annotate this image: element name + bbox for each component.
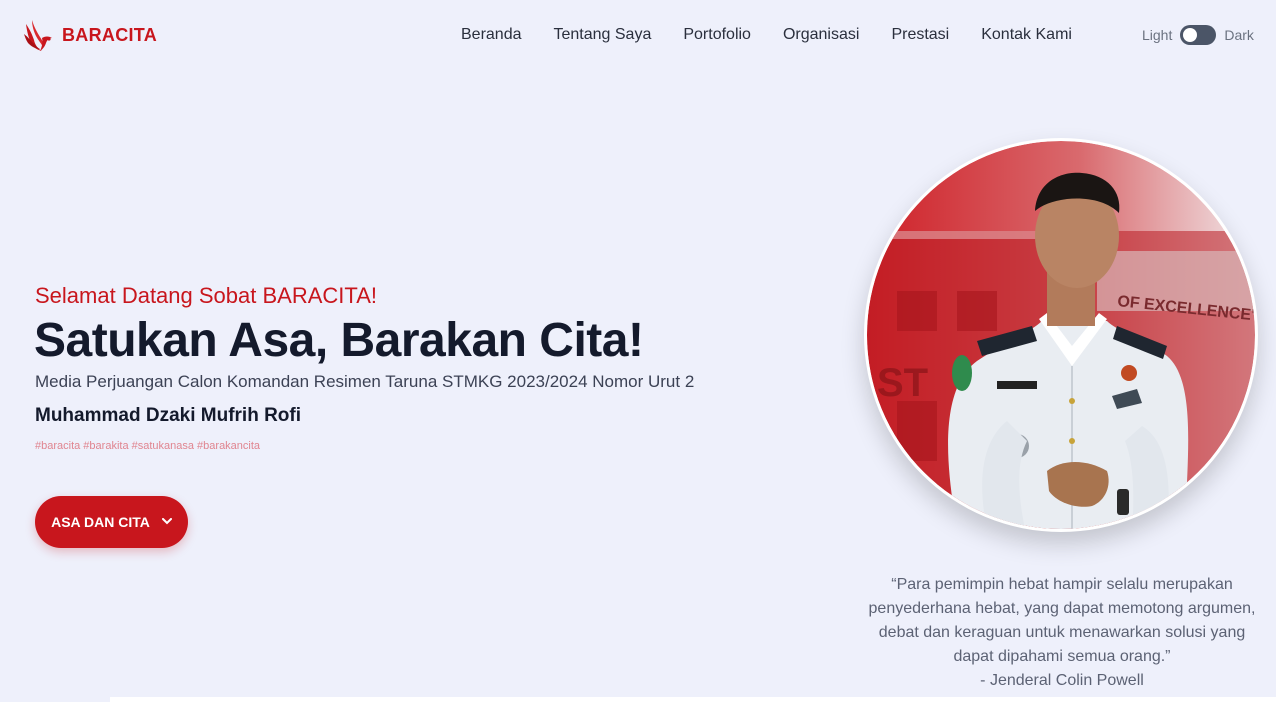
hashtags: #baracita #barakita #satukanasa #barakan… xyxy=(35,440,261,452)
phoenix-bird-icon xyxy=(22,18,54,52)
theme-dark-label: Dark xyxy=(1224,27,1254,43)
nav-item-kontak-kami[interactable]: Kontak Kami xyxy=(981,26,1072,44)
theme-light-label: Light xyxy=(1142,27,1173,43)
nav-item-portofolio[interactable]: Portofolio xyxy=(683,26,751,44)
navbar: BARACITA Beranda Tentang Saya Portofolio… xyxy=(0,0,1276,70)
section-divider xyxy=(110,697,1276,702)
quote-author: - Jenderal Colin Powell xyxy=(980,672,1144,689)
brand-name: BARACITA xyxy=(62,24,158,45)
cta-label: ASA DAN CITA xyxy=(51,514,150,530)
theme-switcher: Light Dark xyxy=(1142,25,1254,45)
nav-item-prestasi[interactable]: Prestasi xyxy=(891,26,949,44)
theme-toggle[interactable] xyxy=(1180,25,1217,45)
nav-menu: Beranda Tentang Saya Portofolio Organisa… xyxy=(461,26,1104,44)
asa-dan-cita-button[interactable]: ASA DAN CITA xyxy=(35,496,188,548)
nav-item-tentang-saya[interactable]: Tentang Saya xyxy=(554,26,652,44)
quote-text: “Para pemimpin hebat hampir selalu merup… xyxy=(868,576,1256,665)
brand-logo-link[interactable]: BARACITA xyxy=(22,18,157,52)
hero-subtitle: Media Perjuangan Calon Komandan Resimen … xyxy=(35,372,695,391)
leadership-quote: “Para pemimpin hebat hampir selalu merup… xyxy=(862,573,1262,693)
candidate-name: Muhammad Dzaki Mufrih Rofi xyxy=(35,405,302,426)
nav-item-organisasi[interactable]: Organisasi xyxy=(783,26,859,44)
welcome-text: Selamat Datang Sobat BARACITA! xyxy=(35,283,377,308)
chevron-down-icon xyxy=(161,516,172,528)
building-letters: ST xyxy=(877,361,928,405)
toggle-knob xyxy=(1183,28,1198,42)
nav-item-beranda[interactable]: Beranda xyxy=(461,26,522,44)
page-title: Satukan Asa, Barakan Cita! xyxy=(34,314,644,367)
candidate-photo: OF EXCELLENCE" ST xyxy=(864,138,1258,532)
